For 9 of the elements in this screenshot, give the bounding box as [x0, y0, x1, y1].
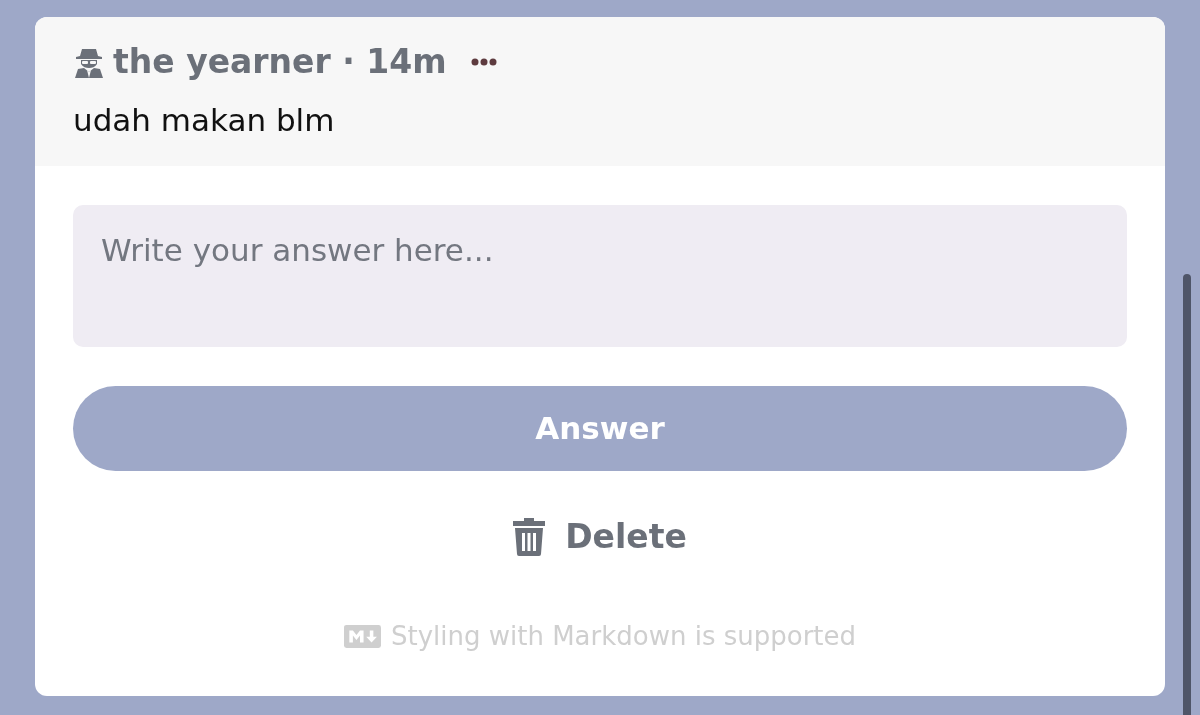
question-text: udah makan blm — [73, 101, 336, 140]
detective-icon — [73, 46, 105, 78]
delete-button[interactable]: Delete — [513, 515, 687, 559]
author-and-time: the yearner · 14m — [113, 41, 447, 83]
answer-field[interactable]: Write your answer here... — [73, 205, 1127, 347]
markdown-icon — [343, 625, 381, 648]
trash-icon — [513, 518, 546, 556]
more-options-icon[interactable] — [470, 58, 497, 66]
scrollbar-thumb[interactable] — [1183, 274, 1191, 715]
